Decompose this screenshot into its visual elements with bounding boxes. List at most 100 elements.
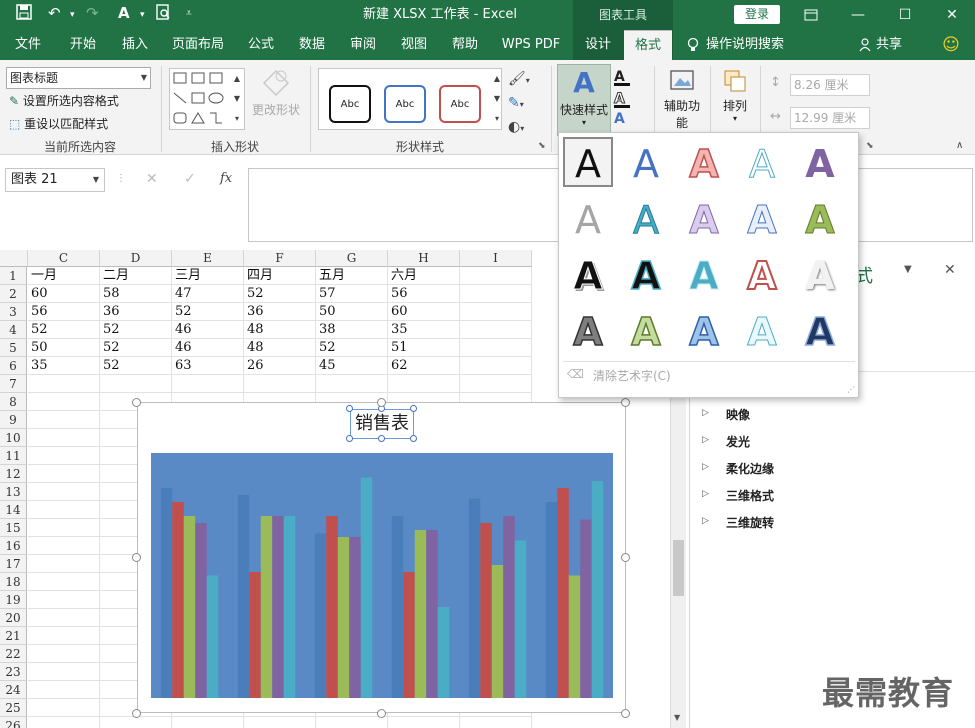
cell[interactable]: 56 — [28, 303, 100, 321]
wordart-style-13[interactable]: A — [679, 251, 729, 301]
row-header[interactable]: 5 — [0, 339, 27, 357]
cell[interactable]: 35 — [388, 321, 460, 339]
resize-handle-left[interactable] — [132, 553, 141, 562]
cell[interactable] — [100, 375, 172, 393]
shape-style-red[interactable]: Abc — [439, 85, 481, 123]
resize-handle-right[interactable] — [621, 553, 630, 562]
shape-styles-gallery[interactable]: Abc Abc Abc — [318, 68, 502, 130]
bar-二月-series-5[interactable] — [283, 516, 296, 698]
close-icon[interactable]: ✕ — [934, 0, 970, 30]
dialog-launcher-icon[interactable]: ⬊ — [538, 141, 546, 151]
section-soft-edges[interactable]: 柔化边缘 — [726, 460, 774, 477]
bar-二月-series-2[interactable] — [249, 572, 261, 698]
wordart-style-4[interactable]: A — [737, 139, 787, 189]
cell[interactable] — [28, 393, 100, 411]
width-input[interactable]: 12.99 厘米 — [790, 107, 870, 129]
row-header[interactable]: 16 — [0, 537, 27, 555]
cell[interactable]: 52 — [244, 285, 316, 303]
pane-close-icon[interactable]: ✕ — [944, 262, 956, 278]
plot-area[interactable] — [151, 453, 613, 698]
gallery-resize-grip-icon[interactable]: ⋰ — [847, 385, 855, 394]
tab-page-layout[interactable]: 页面布局 — [166, 30, 230, 60]
cell[interactable]: 五月 — [316, 267, 388, 285]
section-glow[interactable]: 发光 — [726, 433, 750, 450]
tab-data[interactable]: 数据 — [289, 30, 335, 60]
cell[interactable] — [316, 375, 388, 393]
cell[interactable]: 52 — [316, 339, 388, 357]
cell[interactable] — [172, 717, 244, 728]
row-header[interactable]: 20 — [0, 609, 27, 627]
bar-五月-series-1[interactable] — [468, 498, 481, 699]
scroll-down-icon[interactable]: ▼ — [674, 713, 680, 722]
cell[interactable]: 52 — [100, 357, 172, 375]
cell[interactable] — [28, 465, 100, 483]
cell[interactable] — [244, 717, 316, 728]
shape-effects-icon[interactable]: ◐▾ — [508, 116, 530, 140]
cell[interactable]: 62 — [388, 357, 460, 375]
tab-formulas[interactable]: 公式 — [238, 30, 284, 60]
bar-六月-series-2[interactable] — [557, 488, 569, 698]
row-header[interactable]: 19 — [0, 591, 27, 609]
cell[interactable]: 50 — [28, 339, 100, 357]
cell[interactable]: 四月 — [244, 267, 316, 285]
cell[interactable] — [28, 537, 100, 555]
row-header[interactable]: 1 — [0, 267, 27, 285]
cell[interactable]: 一月 — [28, 267, 100, 285]
cell[interactable]: 46 — [172, 339, 244, 357]
share-button[interactable]: 共享 — [876, 30, 908, 60]
wordart-style-9[interactable]: A — [737, 195, 787, 245]
row-header[interactable]: 23 — [0, 663, 27, 681]
select-all-corner[interactable] — [0, 250, 28, 267]
row-header[interactable]: 11 — [0, 447, 27, 465]
row-header[interactable]: 9 — [0, 411, 27, 429]
bar-二月-series-1[interactable] — [237, 495, 250, 698]
column-header[interactable]: D — [100, 250, 172, 267]
row-header[interactable]: 3 — [0, 303, 27, 321]
bar-一月-series-3[interactable] — [183, 516, 196, 698]
bar-二月-series-3[interactable] — [260, 516, 273, 698]
cell[interactable]: 36 — [244, 303, 316, 321]
cell[interactable] — [460, 339, 532, 357]
shape-outline-icon[interactable]: ✎▾ — [508, 92, 530, 116]
reset-style-button[interactable]: ⬚ 重设以匹配样式 — [9, 115, 108, 132]
cell[interactable]: 48 — [244, 339, 316, 357]
tab-help[interactable]: 帮助 — [442, 30, 488, 60]
cell[interactable] — [28, 555, 100, 573]
row-header[interactable]: 12 — [0, 465, 27, 483]
cell[interactable] — [100, 717, 172, 728]
cell[interactable]: 二月 — [100, 267, 172, 285]
wordart-style-8[interactable]: A — [679, 195, 729, 245]
bar-一月-series-1[interactable] — [160, 488, 173, 698]
share-user-icon[interactable] — [858, 30, 874, 60]
wordart-style-2[interactable]: A — [621, 139, 671, 189]
row-header[interactable]: 21 — [0, 627, 27, 645]
cell[interactable] — [28, 429, 100, 447]
tab-file[interactable]: 文件 — [5, 30, 51, 60]
wordart-style-11[interactable]: A — [563, 251, 613, 301]
cell[interactable]: 47 — [172, 285, 244, 303]
cell[interactable] — [28, 447, 100, 465]
tab-home[interactable]: 开始 — [60, 30, 106, 60]
row-header[interactable]: 14 — [0, 501, 27, 519]
text-effects-icon[interactable]: A — [614, 108, 630, 130]
text-fill-icon[interactable]: A — [614, 66, 630, 86]
column-header[interactable]: H — [388, 250, 460, 267]
shape-fill-outline-effects[interactable]: 🖌▾ ✎▾ ◐▾ — [508, 68, 530, 140]
bar-五月-series-3[interactable] — [491, 565, 504, 698]
bar-五月-series-2[interactable] — [480, 523, 492, 698]
resize-handle-bottom[interactable] — [377, 709, 386, 718]
resize-handle-bottom-right[interactable] — [621, 709, 630, 718]
bar-四月-series-3[interactable] — [414, 530, 427, 698]
cell[interactable] — [460, 717, 532, 728]
shape-styles-scroll[interactable]: ▲ ▼ ▾ — [490, 69, 504, 129]
cell[interactable] — [28, 519, 100, 537]
format-selection-button[interactable]: ✎ 设置所选内容格式 — [9, 92, 119, 109]
row-header[interactable]: 25 — [0, 699, 27, 717]
section-3d-format[interactable]: 三维格式 — [726, 487, 774, 504]
cell[interactable] — [28, 591, 100, 609]
cell[interactable]: 52 — [100, 321, 172, 339]
cell[interactable] — [28, 717, 100, 728]
bar-一月-series-4[interactable] — [195, 523, 207, 698]
bar-三月-series-1[interactable] — [314, 533, 327, 699]
cell[interactable] — [28, 699, 100, 717]
